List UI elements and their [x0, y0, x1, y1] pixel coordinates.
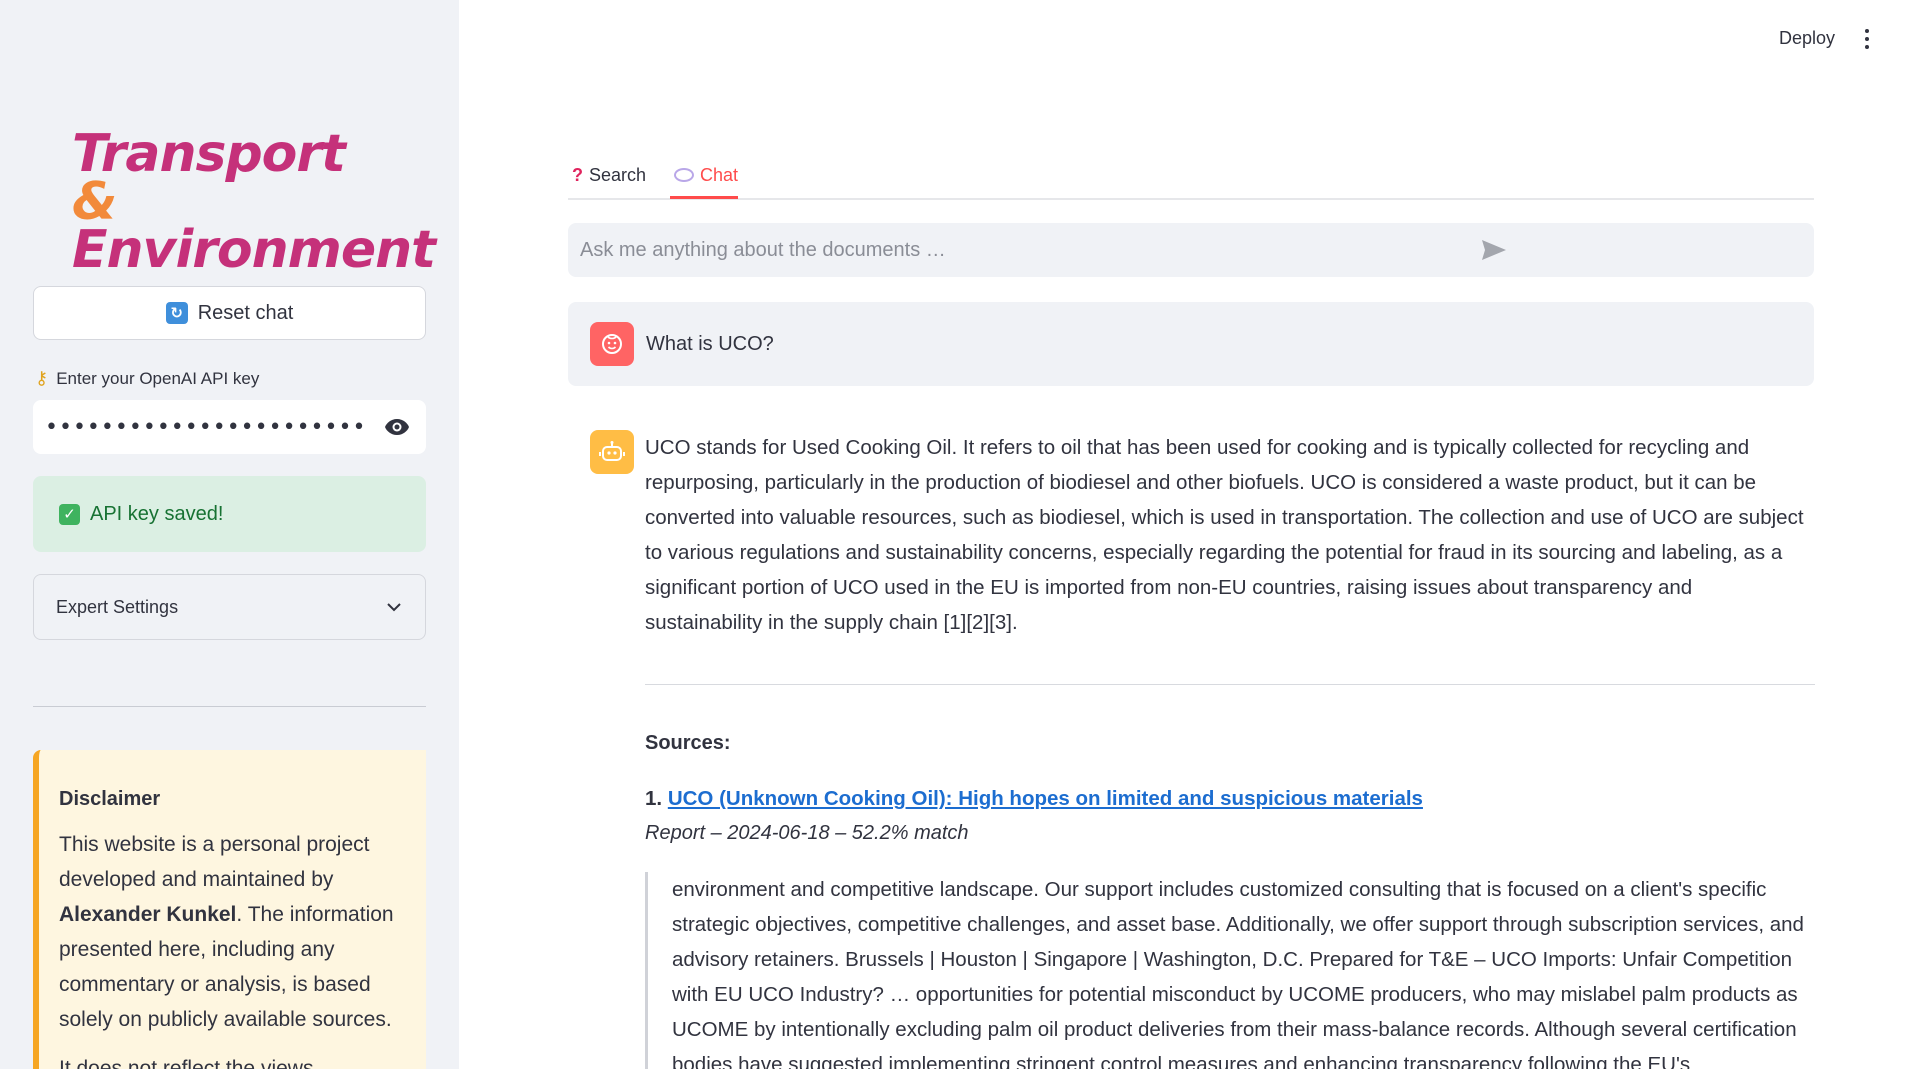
expert-settings-label: Expert Settings	[56, 596, 179, 617]
reset-chat-button[interactable]: ↻ Reset chat	[33, 286, 426, 340]
user-message-text: What is UCO?	[646, 332, 774, 355]
chat-input-placeholder: Ask me anything about the documents …	[580, 238, 946, 261]
refresh-icon: ↻	[165, 302, 188, 324]
send-icon[interactable]	[1189, 238, 1798, 262]
source-link[interactable]: UCO (Unknown Cooking Oil): High hopes on…	[668, 787, 1423, 810]
source-excerpt: environment and competitive landscape. O…	[645, 872, 1815, 1069]
user-message: What is UCO?	[568, 302, 1814, 386]
speech-bubble-icon	[674, 168, 694, 182]
answer-divider	[645, 684, 1815, 685]
eye-icon[interactable]	[382, 416, 412, 438]
source-number: 1.	[645, 787, 663, 810]
api-key-label: ⚷ Enter your OpenAI API key	[35, 368, 260, 388]
key-icon: ⚷	[35, 368, 49, 388]
disclaimer-title: Disclaimer	[59, 788, 161, 810]
api-key-input[interactable]: •••••••••••••••••••••••	[33, 400, 426, 454]
deploy-button[interactable]: Deploy	[1779, 28, 1835, 49]
assistant-avatar-icon	[590, 430, 634, 474]
tab-bar: ? Search Chat	[568, 150, 1814, 200]
tab-chat[interactable]: Chat	[674, 160, 738, 190]
disclaimer-author: Alexander Kunkel	[59, 903, 237, 926]
question-icon: ?	[572, 164, 583, 185]
check-icon: ✓	[59, 503, 80, 525]
source-item: 1. UCO (Unknown Cooking Oil): High hopes…	[645, 787, 1423, 811]
main-menu-icon[interactable]	[1862, 26, 1872, 52]
sidebar-divider	[33, 706, 426, 707]
chevron-down-icon	[385, 598, 403, 616]
sources-heading: Sources:	[645, 732, 731, 754]
user-avatar-icon	[590, 322, 634, 366]
disclaimer-box: Disclaimer This website is a personal pr…	[33, 750, 426, 1069]
disclaimer-text-more: It does not reflect the views, policies.…	[59, 1057, 320, 1069]
expert-settings-expander[interactable]: Expert Settings	[33, 574, 426, 640]
api-key-value: •••••••••••••••••••••••	[45, 414, 367, 440]
api-key-saved-alert: ✓ API key saved!	[33, 476, 426, 552]
tab-search[interactable]: ? Search	[572, 160, 646, 190]
sidebar: Transport & Environment ↻ Reset chat ⚷ E…	[0, 0, 459, 1069]
chat-input[interactable]: Ask me anything about the documents …	[568, 223, 1814, 277]
transport-environment-logo: Transport & Environment	[72, 124, 436, 280]
source-meta: Report – 2024-06-18 – 52.2% match	[645, 822, 969, 844]
assistant-answer: UCO stands for Used Cooking Oil. It refe…	[645, 436, 1804, 634]
disclaimer-text: This website is a personal project devel…	[59, 833, 394, 1031]
active-tab-indicator	[670, 196, 738, 199]
reset-chat-label: Reset chat	[197, 301, 294, 324]
